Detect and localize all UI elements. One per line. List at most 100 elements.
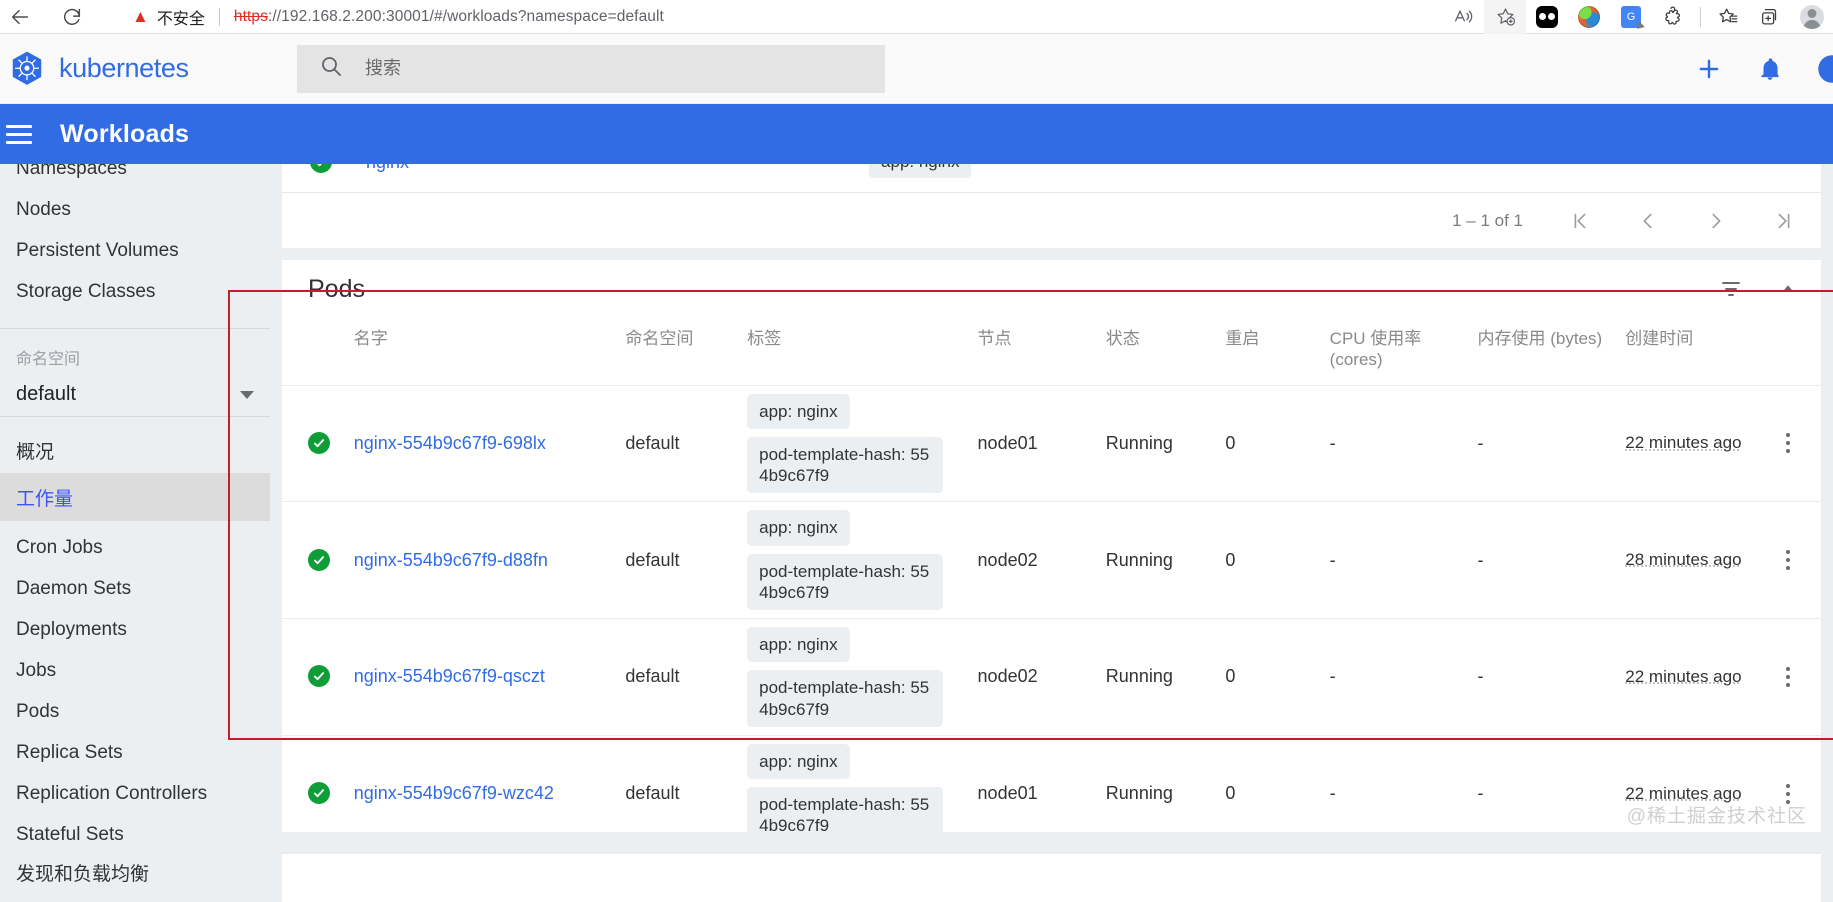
column-actions xyxy=(1756,318,1821,385)
table-row[interactable]: nginx-554b9c67f9-d88fn default app: ngin… xyxy=(282,501,1821,619)
first-page-icon[interactable] xyxy=(1569,210,1591,232)
sidebar-item-daemon-sets[interactable]: Daemon Sets xyxy=(0,568,270,609)
previous-page-icon[interactable] xyxy=(1637,210,1659,232)
sidebar-item-nodes[interactable]: Nodes xyxy=(0,189,270,230)
sidebar-item-label: Replica Sets xyxy=(16,741,123,763)
reload-icon[interactable] xyxy=(52,0,92,34)
label-chip: app: nginx xyxy=(747,510,850,546)
pod-name-link[interactable]: nginx-554b9c67f9-wzc42 xyxy=(354,783,554,803)
column-labels[interactable]: 标签 xyxy=(747,318,977,385)
column-memory-usage[interactable]: 内存使用 (bytes) xyxy=(1477,318,1625,385)
sidebar-item-label: 工作量 xyxy=(16,488,74,510)
column-state[interactable]: 状态 xyxy=(1106,318,1226,385)
pods-table-header: 名字 命名空间 标签 节点 状态 重启 CPU 使用率 (cores) 内存使用… xyxy=(282,318,1821,385)
label-chip: pod-template-hash: 554b9c67f9 xyxy=(747,670,944,727)
column-restarts[interactable]: 重启 xyxy=(1225,318,1329,385)
address-bar[interactable]: https://192.168.2.200:30001/#/workloads?… xyxy=(234,8,664,26)
table-row[interactable]: nginx-554b9c67f9-qsczt default app: ngin… xyxy=(282,618,1821,736)
pods-table-body: nginx-554b9c67f9-698lx default app: ngin… xyxy=(282,384,1821,852)
row-namespace-cell: default xyxy=(625,618,748,736)
column-name[interactable]: 名字 xyxy=(354,318,626,385)
more-options-icon[interactable] xyxy=(1756,433,1821,454)
sidebar-item-label: 发现和负载均衡 xyxy=(16,863,150,885)
page-title: Workloads xyxy=(60,119,190,148)
collections-icon[interactable] xyxy=(1749,0,1791,34)
healthy-check-icon xyxy=(308,665,330,688)
table-row[interactable]: nginx-554b9c67f9-wzc42 default app: ngin… xyxy=(282,734,1821,852)
sidebar-item-replica-sets[interactable]: Replica Sets xyxy=(0,732,270,773)
pod-name-link[interactable]: nginx-554b9c67f9-d88fn xyxy=(354,550,548,570)
created-timestamp: 22 minutes ago xyxy=(1625,666,1742,686)
address-divider xyxy=(218,7,220,26)
row-state-cell: Running xyxy=(1105,618,1226,736)
filter-icon[interactable] xyxy=(1719,277,1743,301)
sidebar-item-persistent-volumes[interactable]: Persistent Volumes xyxy=(0,230,270,271)
row-state-cell: Running xyxy=(1105,734,1226,852)
sidebar-item-cron-jobs[interactable]: Cron Jobs xyxy=(0,527,270,568)
row-labels-cell: app: nginx pod-template-hash: 554b9c67f9 xyxy=(747,618,978,736)
created-timestamp: 28 minutes ago xyxy=(1625,550,1742,570)
sidebar-item-overview[interactable]: 概况 xyxy=(0,427,270,473)
extensions-puzzle-icon[interactable] xyxy=(1652,0,1694,34)
sidebar-item-jobs[interactable]: Jobs xyxy=(0,650,270,691)
pod-name-link[interactable]: nginx-554b9c67f9-qsczt xyxy=(354,666,545,686)
sidebar-item-discovery-load-balancing[interactable]: 发现和负载均衡 xyxy=(0,855,270,889)
idm-globe-extension-icon[interactable] xyxy=(1568,0,1610,34)
row-memory-cell: - xyxy=(1477,384,1626,502)
idm-extension-icon[interactable] xyxy=(1526,0,1568,34)
row-restarts-cell: 0 xyxy=(1225,501,1330,619)
table-row[interactable]: nginx-554b9c67f9-698lx default app: ngin… xyxy=(282,384,1821,502)
notifications-bell-icon[interactable] xyxy=(1757,56,1783,82)
sidebar-item-workloads[interactable]: 工作量 xyxy=(0,473,270,521)
last-page-icon[interactable] xyxy=(1773,210,1795,232)
add-favorite-icon[interactable] xyxy=(1484,0,1526,34)
row-node-cell: node02 xyxy=(977,618,1106,736)
more-options-icon[interactable] xyxy=(1756,666,1821,687)
more-options-icon[interactable] xyxy=(1756,550,1821,571)
sidebar-item-label: 概况 xyxy=(16,441,55,463)
search-input[interactable] xyxy=(365,58,863,79)
row-namespace-cell: default xyxy=(625,501,748,619)
column-node[interactable]: 节点 xyxy=(978,318,1106,385)
collapse-icon[interactable] xyxy=(1777,278,1799,300)
sidebar-item-namespaces[interactable]: Namespaces xyxy=(0,164,270,189)
healthy-check-icon xyxy=(310,164,332,173)
namespace-select[interactable]: default xyxy=(0,369,270,417)
row-created-cell: 22 minutes ago xyxy=(1625,618,1756,736)
column-cpu-usage[interactable]: CPU 使用率 (cores) xyxy=(1330,318,1478,385)
sidebar-item-deployments[interactable]: Deployments xyxy=(0,609,270,650)
label-chip: app: nginx xyxy=(747,627,850,663)
kubernetes-logo[interactable]: kubernetes xyxy=(0,50,300,88)
clipped-resource-link[interactable]: nginx xyxy=(366,164,409,173)
global-search[interactable] xyxy=(297,44,885,93)
sidebar-item-storage-classes[interactable]: Storage Classes xyxy=(0,271,270,312)
browser-toolbar: ▲ 不安全 https://192.168.2.200:30001/#/work… xyxy=(0,0,1833,34)
profile-avatar-icon[interactable] xyxy=(1791,0,1833,34)
sidebar-item-label: Daemon Sets xyxy=(16,577,132,599)
favorites-list-icon[interactable] xyxy=(1707,0,1749,34)
sidebar-item-pods[interactable]: Pods xyxy=(0,691,270,732)
warning-triangle-icon: ▲ xyxy=(132,7,149,26)
read-aloud-icon[interactable] xyxy=(1442,0,1484,34)
menu-icon[interactable] xyxy=(4,124,60,144)
sidebar-item-replication-controllers[interactable]: Replication Controllers xyxy=(0,773,270,814)
sidebar-item-label: Replication Controllers xyxy=(16,782,208,804)
google-translate-extension-icon[interactable]: G xyxy=(1610,0,1652,34)
healthy-check-icon xyxy=(308,548,330,571)
next-card-partial xyxy=(282,854,1821,902)
next-page-icon[interactable] xyxy=(1705,210,1727,232)
create-resource-icon[interactable] xyxy=(1695,55,1723,83)
pod-name-link[interactable]: nginx-554b9c67f9-698lx xyxy=(354,433,546,453)
row-state-cell: Running xyxy=(1105,501,1226,619)
help-icon[interactable] xyxy=(1817,54,1833,84)
row-actions-cell xyxy=(1755,384,1821,502)
security-indicator[interactable]: ▲ 不安全 xyxy=(132,5,205,29)
back-arrow-icon[interactable] xyxy=(0,0,40,34)
column-created[interactable]: 创建时间 xyxy=(1625,318,1755,385)
sidebar-item-stateful-sets[interactable]: Stateful Sets xyxy=(0,814,270,855)
row-node-cell: node01 xyxy=(977,734,1106,852)
column-namespace[interactable]: 命名空间 xyxy=(625,318,747,385)
row-memory-cell: - xyxy=(1477,501,1626,619)
label-chip: app: nginx xyxy=(747,743,850,779)
pods-table: 名字 命名空间 标签 节点 状态 重启 CPU 使用率 (cores) 内存使用… xyxy=(282,318,1821,852)
